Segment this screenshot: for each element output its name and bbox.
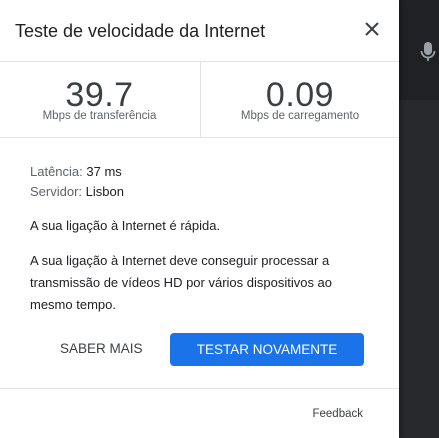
server-value: Lisbon <box>85 184 124 199</box>
feedback-link[interactable]: Feedback <box>312 408 363 420</box>
download-result: 39.7 Mbps de transferência <box>0 62 199 138</box>
close-icon <box>364 21 380 42</box>
latency-label: Latência: <box>30 164 83 179</box>
learn-more-button[interactable]: SABER MAIS <box>48 333 155 365</box>
close-button[interactable] <box>356 15 388 47</box>
speed-test-dialog: Teste de velocidade da Internet 39.7 Mbp… <box>0 0 399 438</box>
speed-verdict: A sua ligação à Internet é rápida. <box>30 218 221 233</box>
speed-results: 39.7 Mbps de transferência 0.09 Mbps de … <box>0 62 399 138</box>
latency-value: 37 ms <box>86 164 122 179</box>
upload-speed-unit: Mbps de carregamento <box>240 110 360 122</box>
download-speed-unit: Mbps de transferência <box>42 110 157 122</box>
dialog-title: Teste de velocidade da Internet <box>15 21 266 41</box>
upload-result: 0.09 Mbps de carregamento <box>200 62 399 138</box>
speed-description: A sua ligação à Internet deve conseguir … <box>30 253 333 312</box>
server-row: Servidor: Lisbon <box>30 182 124 202</box>
dialog-header: Teste de velocidade da Internet <box>0 0 399 62</box>
server-label: Servidor: <box>30 184 83 199</box>
latency-row: Latência: 37 ms <box>30 162 124 182</box>
background-page <box>399 100 439 438</box>
connection-info: Latência: 37 ms Servidor: Lisbon <box>30 162 124 202</box>
footer-divider <box>0 388 399 389</box>
microphone-icon[interactable] <box>417 36 437 68</box>
retest-button[interactable]: TESTAR NOVAMENTE <box>170 333 364 366</box>
